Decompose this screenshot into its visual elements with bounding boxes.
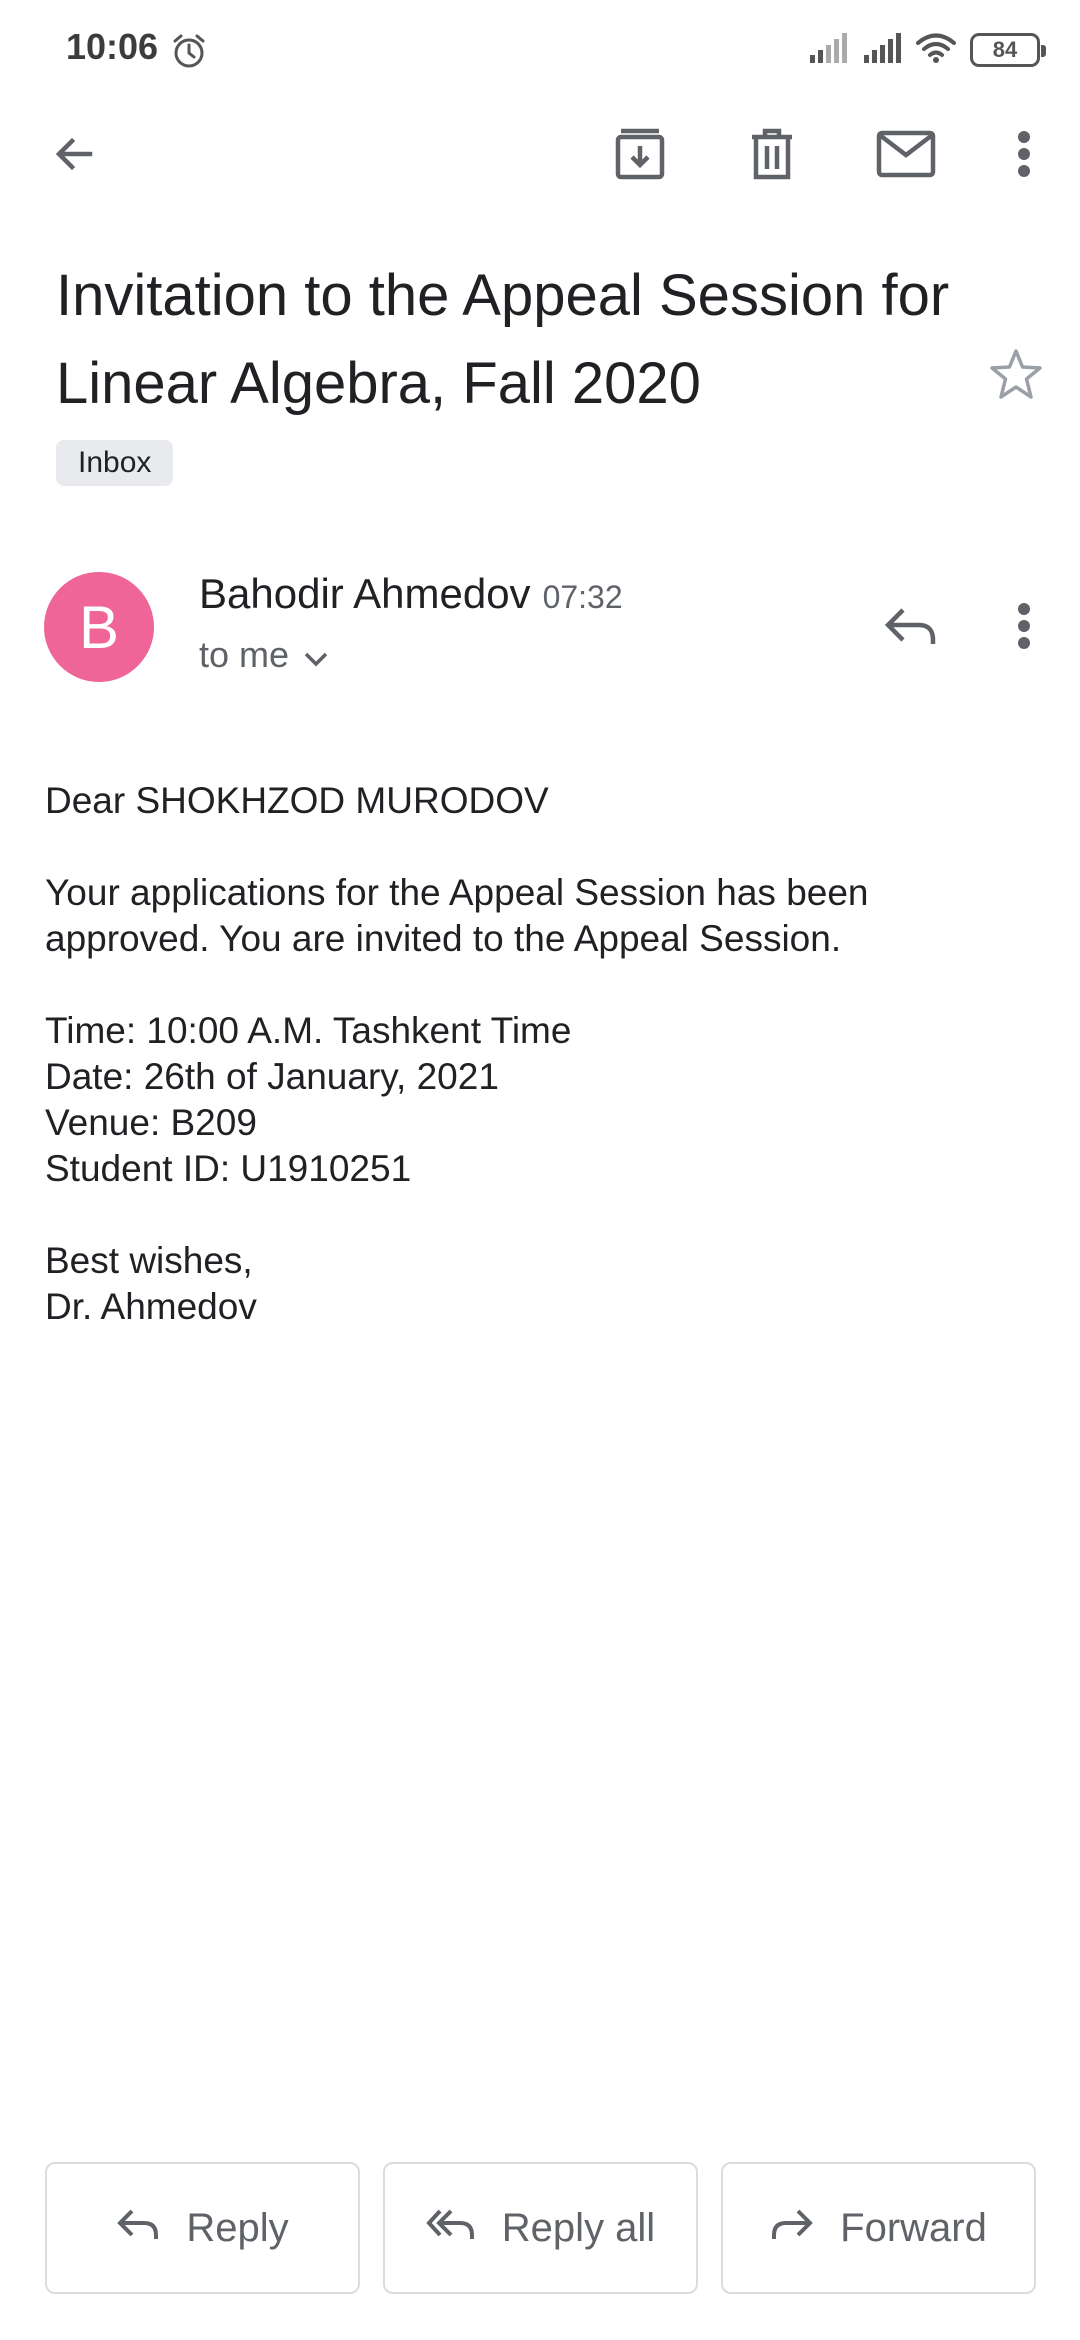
- body-student-line: Student ID: U1910251: [45, 1148, 412, 1189]
- sender-time: 07:32: [542, 579, 623, 615]
- message-more-button[interactable]: [980, 584, 1068, 672]
- arrow-back-icon: [50, 130, 98, 183]
- body-details: Time: 10:00 A.M. Tashkent Time Date: 26t…: [45, 1008, 1035, 1192]
- body-venue-line: Venue: B209: [45, 1102, 257, 1143]
- mark-unread-button[interactable]: [862, 112, 950, 200]
- reply-all-button[interactable]: Reply all: [383, 2162, 698, 2294]
- recipients-toggle[interactable]: to me: [199, 634, 329, 676]
- wifi-icon: [916, 32, 956, 69]
- signal-icon: [808, 32, 848, 68]
- reply-button[interactable]: Reply: [45, 2162, 360, 2294]
- archive-button[interactable]: [596, 112, 684, 200]
- battery-indicator: 84: [970, 33, 1046, 67]
- forward-button[interactable]: Forward: [721, 2162, 1036, 2294]
- more-options-button[interactable]: [980, 112, 1068, 200]
- star-button[interactable]: [976, 336, 1056, 416]
- avatar[interactable]: B: [44, 572, 154, 682]
- more-vert-icon: [1017, 602, 1031, 655]
- reply-label: Reply: [186, 2205, 289, 2250]
- alarm-icon: [170, 32, 208, 70]
- trash-icon: [747, 127, 797, 186]
- reply-icon-button[interactable]: [866, 584, 954, 672]
- forward-icon: [770, 2206, 814, 2251]
- sender-row: B Bahodir Ahmedov 07:32 to me: [0, 560, 1080, 700]
- reply-all-icon: [426, 2206, 476, 2251]
- star-outline-icon: [988, 347, 1044, 406]
- sender-header: Bahodir Ahmedov 07:32: [199, 570, 623, 618]
- forward-label: Forward: [840, 2205, 987, 2250]
- archive-icon: [613, 127, 667, 186]
- body-greeting: Dear SHOKHZOD MURODOV: [45, 780, 549, 821]
- email-subject: Invitation to the Appeal Session for Lin…: [56, 263, 950, 416]
- reply-all-label: Reply all: [501, 2205, 656, 2250]
- back-button[interactable]: [30, 112, 118, 200]
- status-time: 10:06: [66, 26, 159, 67]
- body-signature: Dr. Ahmedov: [45, 1286, 257, 1327]
- delete-button[interactable]: [728, 112, 816, 200]
- body-paragraph: Your applications for the Appeal Session…: [45, 872, 869, 959]
- reply-icon: [116, 2206, 160, 2251]
- toolbar: [0, 100, 1080, 212]
- inbox-label-chip[interactable]: Inbox: [56, 440, 174, 486]
- signal-icon-2: [862, 32, 902, 68]
- mail-icon: [876, 130, 936, 183]
- body-closing: Best wishes,: [45, 1240, 253, 1281]
- chevron-down-icon: [303, 634, 329, 676]
- status-icons: 84: [808, 28, 1046, 72]
- status-bar: 10:06 84: [0, 0, 1080, 100]
- email-body: Dear SHOKHZOD MURODOV Your applications …: [45, 778, 1035, 1330]
- body-date-line: Date: 26th of January, 2021: [45, 1056, 499, 1097]
- reply-icon: [883, 606, 937, 651]
- action-bar: Reply Reply all Forward: [0, 2162, 1080, 2296]
- body-signoff: Best wishes, Dr. Ahmedov: [45, 1238, 1035, 1330]
- more-vert-icon: [1017, 130, 1031, 183]
- body-time-line: Time: 10:00 A.M. Tashkent Time: [45, 1010, 572, 1051]
- sender-name: Bahodir Ahmedov: [199, 570, 531, 617]
- recipients-text: to me: [199, 634, 290, 675]
